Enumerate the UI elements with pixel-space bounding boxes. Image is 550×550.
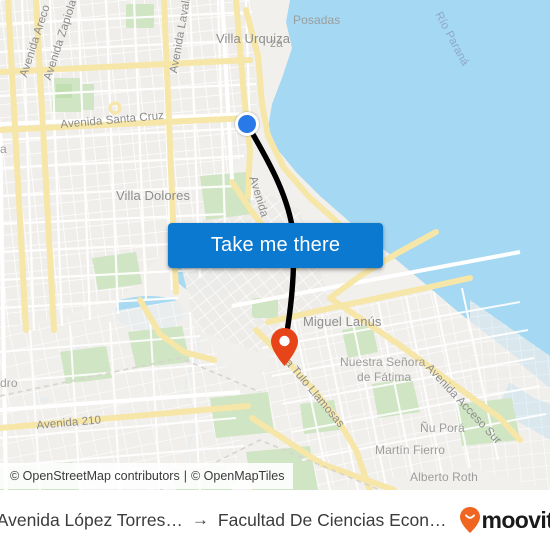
- attribution-separator: |: [183, 469, 187, 483]
- trip-origin-label: Avenida López Torres…: [0, 509, 183, 530]
- attribution-openmaptiles[interactable]: © OpenMapTiles: [191, 469, 285, 483]
- take-me-there-button[interactable]: Take me there: [168, 223, 383, 268]
- map-attribution: © OpenStreetMap contributors | © OpenMap…: [0, 463, 294, 489]
- moovit-logo[interactable]: moovit: [460, 507, 550, 534]
- moovit-pin-icon: [460, 507, 481, 533]
- moovit-wordmark: moovit: [481, 506, 550, 533]
- bottom-bar: Avenida López Torres… → Facultad De Cien…: [0, 490, 550, 550]
- trip-summary: Avenida López Torres… → Facultad De Cien…: [0, 510, 446, 531]
- moovit-trip-screen: Avenida Areco Avenida Zapiola Avenida Lava…: [0, 0, 550, 550]
- map-canvas[interactable]: Avenida Areco Avenida Zapiola Avenida Lava…: [0, 0, 550, 490]
- trip-destination-label: Facultad De Ciencias Econ…: [217, 509, 447, 530]
- arrow-right-icon: →: [191, 510, 209, 529]
- attribution-osm[interactable]: © OpenStreetMap contributors: [10, 469, 180, 483]
